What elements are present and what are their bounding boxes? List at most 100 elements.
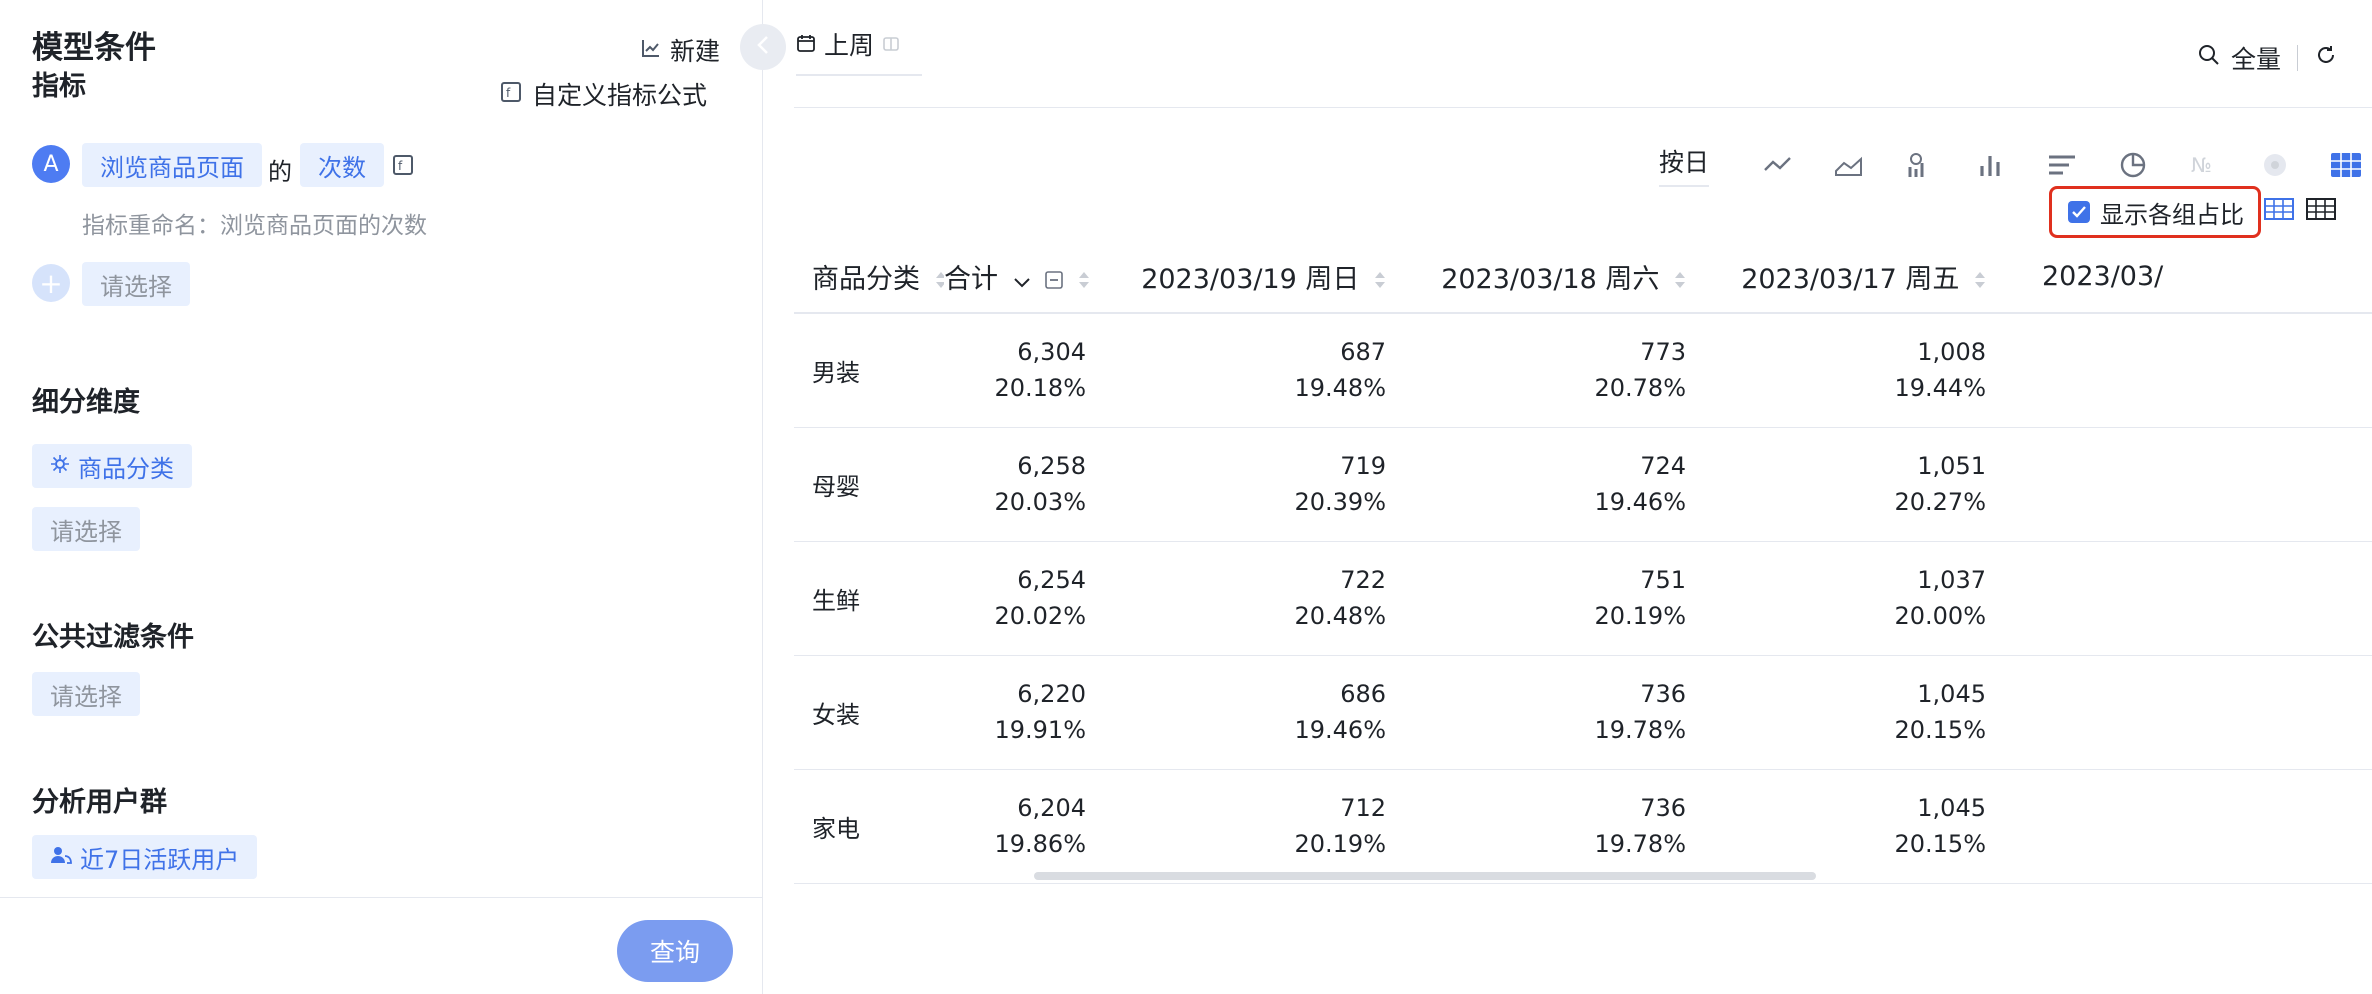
ratio-value: 20.18%: [994, 374, 1086, 403]
number-card-icon: №: [2180, 145, 2228, 185]
metric-connector: 的: [268, 158, 292, 186]
count-value: 6,254: [1017, 566, 1086, 594]
clipped-cell: [2004, 427, 2372, 542]
sort-icon[interactable]: [1674, 265, 1686, 296]
category-cell: 生鲜: [794, 541, 944, 656]
breakdown-chip[interactable]: 商品分类: [32, 444, 192, 488]
segment-heading: 分析用户群: [32, 787, 167, 818]
sort-icon[interactable]: [935, 265, 944, 296]
value-cell: 6,254 20.02%: [944, 541, 1104, 656]
count-value: 686: [1340, 680, 1386, 708]
line-chart-icon[interactable]: [1754, 145, 1802, 185]
value-cell: 6,220 19.91%: [944, 655, 1104, 770]
metrics-heading: 指标: [32, 71, 86, 102]
breakdown-chip-label: 商品分类: [78, 454, 174, 483]
chart-type-toolbar: 按日 №: [1659, 143, 2370, 187]
add-metric-select[interactable]: 请选择: [82, 262, 190, 306]
pie-chart-icon[interactable]: [2109, 145, 2157, 185]
clipped-cell: [2004, 655, 2372, 770]
count-value: 6,258: [1017, 452, 1086, 480]
table-row: 生鲜 6,254 20.02% 722 20.48% 751 20.19% 1,037 20.0…: [794, 541, 2372, 656]
header-divider: [794, 107, 2372, 108]
svg-text:f: f: [398, 159, 403, 173]
query-button[interactable]: 查询: [617, 920, 733, 982]
value-cell: 719 20.39%: [1104, 427, 1404, 542]
custom-formula-button[interactable]: f 自定义指标公式: [500, 76, 707, 112]
map-icon: [2251, 145, 2299, 185]
metric-badge: A: [32, 145, 70, 183]
measure-selector[interactable]: 次数: [300, 143, 384, 187]
ratio-value: 20.39%: [1294, 488, 1386, 516]
column-header-date[interactable]: 2023/03/18 周六: [1404, 240, 1704, 314]
date-range-label: 上周: [824, 31, 875, 60]
ratio-value: 20.48%: [1294, 602, 1386, 630]
metric-formula-icon[interactable]: f: [392, 154, 414, 180]
collapse-column-icon[interactable]: [1045, 265, 1063, 296]
value-cell: 773 20.78%: [1404, 313, 1704, 428]
table-compact-icon[interactable]: [2306, 198, 2336, 224]
column-header-date[interactable]: 2023/03/: [2004, 240, 2372, 314]
horizontal-scrollbar[interactable]: [1034, 872, 1816, 880]
filter-heading: 公共过滤条件: [32, 622, 194, 653]
ratio-value: 20.27%: [1894, 488, 1986, 516]
count-value: 736: [1640, 794, 1686, 822]
clipped-cell: [2004, 541, 2372, 656]
ratio-value: 20.00%: [1894, 602, 1986, 630]
filter-select[interactable]: 请选择: [32, 672, 140, 716]
show-ratio-toggle[interactable]: 显示各组占比: [2049, 186, 2261, 238]
ratio-value: 19.78%: [1594, 830, 1686, 858]
table-view-icon[interactable]: [2322, 145, 2370, 185]
ratio-value: 20.15%: [1894, 830, 1986, 858]
column-header-date[interactable]: 2023/03/19 周日: [1104, 240, 1404, 314]
count-value: 719: [1340, 452, 1386, 480]
table-expand-icon[interactable]: [2264, 198, 2294, 224]
count-value: 712: [1340, 794, 1386, 822]
data-table: 商品分类 合计 2023/03/19 周日 2023/03/18 周六 2023…: [794, 240, 2372, 884]
funnel-ranking-icon[interactable]: [1896, 145, 1944, 185]
sort-icon[interactable]: [1078, 265, 1090, 296]
ratio-value: 19.78%: [1594, 716, 1686, 744]
custom-formula-label: 自定义指标公式: [532, 81, 708, 110]
svg-text:f: f: [506, 86, 511, 100]
bar-chart-icon[interactable]: [1967, 145, 2015, 185]
ratio-checkbox[interactable]: [2068, 201, 2090, 223]
count-value: 722: [1340, 566, 1386, 594]
value-cell: 686 19.46%: [1104, 655, 1404, 770]
sort-icon[interactable]: [1974, 265, 1986, 296]
category-cell: 男装: [794, 313, 944, 428]
breakdown-heading: 细分维度: [32, 387, 140, 418]
segment-chip[interactable]: 近7日活跃用户: [32, 835, 258, 879]
refresh-icon[interactable]: [2314, 43, 2338, 73]
column-header-total[interactable]: 合计: [944, 240, 1104, 314]
value-cell: 1,051 20.27%: [1704, 427, 2004, 542]
horizontal-bar-icon[interactable]: [2038, 145, 2086, 185]
area-chart-icon[interactable]: [1825, 145, 1873, 185]
date-range-tab[interactable]: 上周: [796, 26, 922, 76]
ratio-value: 20.02%: [994, 602, 1086, 630]
chevron-down-icon[interactable]: [1013, 265, 1031, 296]
sort-icon[interactable]: [1374, 265, 1386, 296]
value-cell: 1,045 20.15%: [1704, 655, 2004, 770]
ratio-value: 20.19%: [1594, 602, 1686, 630]
search-icon[interactable]: [2197, 43, 2221, 73]
result-panel: 上周 全量 按日 № 显示各组占比 商品分类 合计 2023/03/19 周日 …: [764, 0, 2372, 994]
breakdown-select[interactable]: 请选择: [32, 507, 140, 551]
ratio-value: 19.46%: [1594, 488, 1686, 516]
search-area: 全量: [2197, 40, 2338, 76]
ratio-value: 19.91%: [994, 716, 1086, 744]
table-row: 女装 6,220 19.91% 686 19.46% 736 19.78% 1,045 20.1…: [794, 655, 2372, 770]
compare-icon[interactable]: [882, 30, 900, 59]
value-cell: 1,008 19.44%: [1704, 313, 2004, 428]
new-button[interactable]: 新建: [640, 32, 720, 68]
table-row: 男装 6,304 20.18% 687 19.48% 773 20.78% 1,008 19.4…: [794, 313, 2372, 428]
column-header-category[interactable]: 商品分类: [794, 240, 944, 314]
count-value: 1,045: [1917, 794, 1986, 822]
search-scope-label[interactable]: 全量: [2231, 40, 2281, 76]
column-header-date[interactable]: 2023/03/17 周五: [1704, 240, 2004, 314]
granularity-select[interactable]: 按日: [1659, 143, 1710, 187]
event-selector[interactable]: 浏览商品页面: [82, 143, 262, 187]
add-metric-icon[interactable]: +: [32, 264, 70, 302]
ratio-value: 20.15%: [1894, 716, 1986, 744]
calendar-icon: [796, 30, 816, 59]
dimension-icon: [50, 452, 70, 480]
